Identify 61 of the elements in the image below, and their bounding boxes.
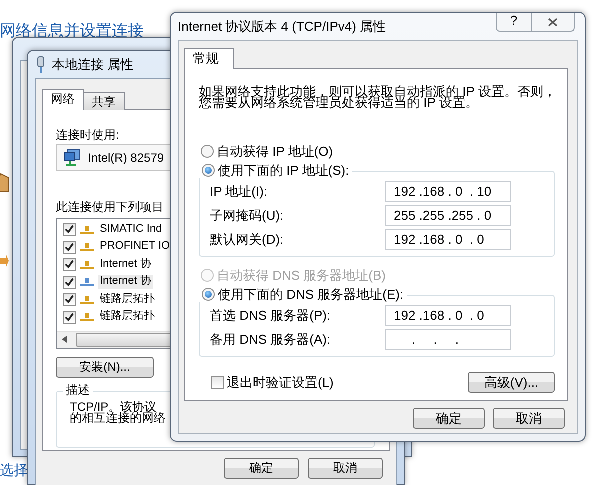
window-title: 本地连接 属性 <box>52 56 134 72</box>
cancel-button[interactable]: 取消 <box>308 458 383 479</box>
radio-button[interactable] <box>202 288 215 302</box>
option-label: 自动获得 IP 地址(O) <box>217 144 334 160</box>
link-text[interactable]: 选择 <box>0 462 28 479</box>
network-adapter-icon <box>64 148 82 167</box>
tab[interactable]: 网络 <box>42 89 84 110</box>
option-label: 使用下面的 IP 地址(S): <box>218 162 350 178</box>
ip-address-field[interactable]: 192 .168 . 0 . 0 <box>385 229 511 250</box>
tab[interactable]: 共享 <box>83 92 125 110</box>
network-protocol-icon <box>80 277 94 288</box>
field-label: 子网掩码(U): <box>210 208 284 224</box>
close-icon <box>548 18 558 26</box>
list-item[interactable]: 链路层拓扑 <box>98 292 157 306</box>
help-button[interactable]: ? <box>496 13 532 32</box>
checkbox[interactable] <box>63 240 76 254</box>
list-item[interactable]: Internet 协 <box>98 275 154 289</box>
checkbox[interactable] <box>63 293 76 306</box>
network-protocol-icon <box>80 260 94 270</box>
install-button[interactable]: 安装(N)... <box>56 356 154 378</box>
field-label: IP 地址(I): <box>210 184 268 200</box>
ok-button[interactable]: 确定 <box>413 408 485 429</box>
scroll-left-icon <box>62 336 67 344</box>
checkbox[interactable] <box>63 258 76 272</box>
connection-icon <box>35 56 47 74</box>
ip-address-field[interactable]: . . . <box>385 329 511 350</box>
window-title: Internet 协议版本 4 (TCP/IPv4) 属性 <box>178 18 386 34</box>
ok-button[interactable]: 确定 <box>224 458 299 479</box>
advanced-button[interactable]: 高级(V)... <box>468 372 555 394</box>
checkbox[interactable] <box>63 276 76 289</box>
radio-button[interactable] <box>202 164 215 177</box>
tab[interactable]: 常规 <box>184 48 234 69</box>
ip-address-field[interactable]: 192 .168 . 0 . 10 <box>385 181 511 202</box>
field-label: 备用 DNS 服务器(A): <box>210 332 331 348</box>
network-protocol-icon <box>80 294 94 305</box>
ip-address-field[interactable]: 255 .255 .255 . 0 <box>385 205 511 226</box>
checkbox[interactable] <box>63 223 76 236</box>
group-title: 描述 <box>63 382 93 398</box>
label-text: 连接时使用: <box>56 128 120 142</box>
list-item[interactable]: Internet 协 <box>98 258 154 272</box>
field-label: 默认网关(D): <box>210 232 284 248</box>
adapter-name: Intel(R) 82579 <box>88 150 164 166</box>
option-label: 使用下面的 DNS 服务器地址(E): <box>218 286 404 302</box>
checkbox-label: 退出时验证设置(L) <box>227 375 334 391</box>
network-protocol-icon <box>80 312 94 322</box>
ip-address-field[interactable]: 192 .168 . 0 . 0 <box>385 305 511 326</box>
list-item[interactable]: 链路层拓扑 <box>98 310 157 324</box>
close-button[interactable] <box>532 13 575 32</box>
label-text: 此连接使用下列项目 <box>56 200 164 215</box>
network-protocol-icon <box>80 242 94 252</box>
list-item[interactable]: PROFINET IO <box>98 240 172 254</box>
radio-button[interactable] <box>201 145 214 158</box>
network-protocol-icon <box>80 224 94 235</box>
intro-text: 如果网络支持此功能，则可以获取自动指派的 IP 设置。否则， 您需要从网络系统管理员处获得适当的 IP 设置。 <box>199 86 558 108</box>
field-label: 首选 DNS 服务器(P): <box>210 308 331 324</box>
cancel-button[interactable]: 取消 <box>493 408 565 429</box>
checkbox[interactable] <box>211 376 224 390</box>
list-item[interactable]: SIMATIC Ind <box>98 222 164 236</box>
checkbox[interactable] <box>63 310 76 324</box>
option-label: 自动获得 DNS 服务器地址(B) <box>217 268 386 284</box>
description-text: TCP/IP。该协议 的相互连接的网络 <box>70 402 167 424</box>
